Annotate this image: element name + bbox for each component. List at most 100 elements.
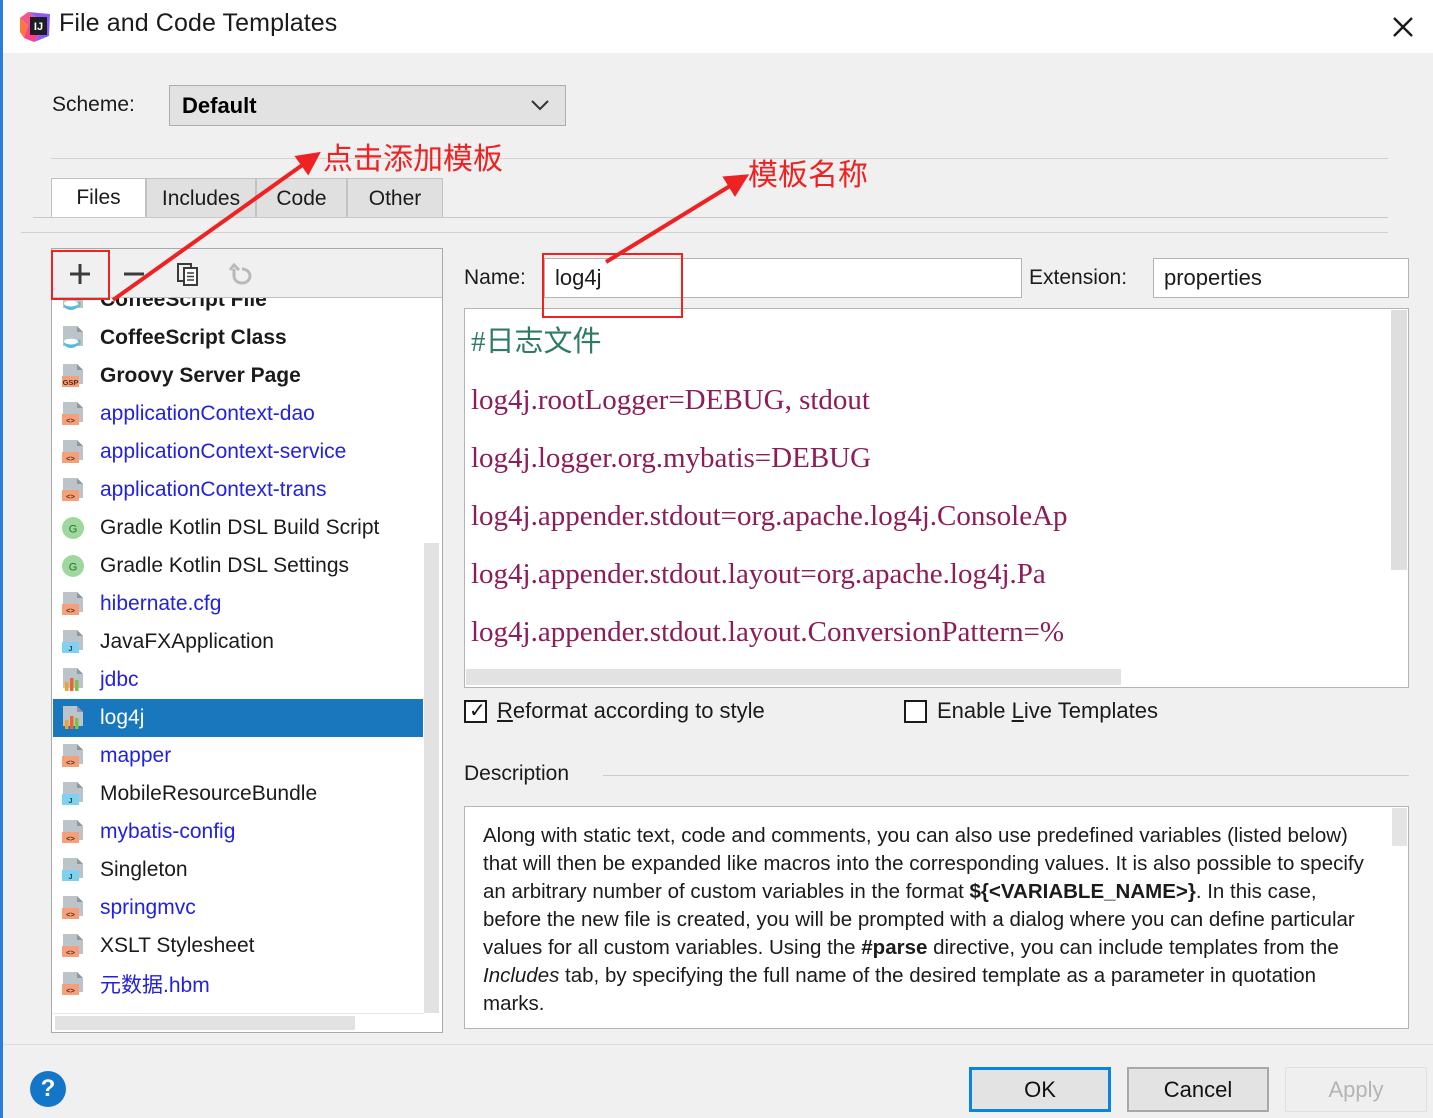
enable-live-templates-checkbox[interactable]: Enable Live Templates	[904, 698, 1158, 724]
list-item-label: mapper	[100, 744, 172, 767]
svg-text:<>: <>	[66, 910, 75, 919]
list-item[interactable]: <> applicationContext-service	[53, 433, 423, 471]
list-item[interactable]: CoffeeScript Class	[53, 319, 423, 357]
list-toolbar	[52, 249, 442, 298]
xml-file-icon: <>	[60, 971, 90, 997]
list-vertical-scroll-thumb[interactable]	[424, 543, 439, 1013]
list-item[interactable]: <> XSLT Stylesheet	[53, 927, 423, 965]
list-item[interactable]: <> applicationContext-trans	[53, 471, 423, 509]
editor-line: #日志文件	[471, 326, 602, 358]
list-item[interactable]: <> mapper	[53, 737, 423, 775]
list-item[interactable]: J JavaFXApplication	[53, 623, 423, 661]
copy-icon[interactable]	[163, 254, 213, 294]
name-label: Name:	[464, 266, 526, 289]
svg-text:J: J	[68, 872, 72, 881]
list-item[interactable]: J Singleton	[53, 851, 423, 889]
cancel-button-label: Cancel	[1163, 1076, 1233, 1102]
enable-live-templates-label: Enable Live Templates	[937, 698, 1158, 723]
minus-icon[interactable]	[109, 254, 159, 294]
list-item[interactable]: log4j	[53, 699, 423, 737]
list-item[interactable]: G Gradle Kotlin DSL Settings	[53, 547, 423, 585]
annotation-add-template-text: 点击添加模板	[323, 142, 503, 177]
list-item-label: applicationContext-dao	[100, 402, 315, 425]
list-item[interactable]: <> applicationContext-dao	[53, 395, 423, 433]
list-item-label: MobileResourceBundle	[100, 782, 318, 805]
cancel-button[interactable]: Cancel	[1127, 1067, 1269, 1112]
title-bar: IJ File and Code Templates	[3, 0, 1433, 53]
list-item[interactable]: jdbc	[53, 661, 423, 699]
help-question-icon[interactable]: ?	[30, 1071, 66, 1107]
tab-content-separator	[21, 232, 1388, 233]
description-vertical-scroll-thumb[interactable]	[1392, 808, 1407, 846]
list-item[interactable]: <> springmvc	[53, 889, 423, 927]
annotation-template-name-text: 模板名称	[748, 158, 868, 193]
description-text: Along with static text, code and comment…	[483, 824, 1364, 1015]
editor-horizontal-scrollbar[interactable]	[465, 667, 1390, 687]
template-list-scroll[interactable]: CoffeeScript File CoffeeScript Class GSP Gr…	[53, 298, 441, 1031]
editor-vertical-scrollbar[interactable]	[1390, 309, 1408, 667]
editor-line: log4j.logger.org.mybatis=DEBUG	[471, 442, 872, 474]
xml-file-icon: <>	[60, 895, 90, 921]
list-item-label: XSLT Stylesheet	[100, 934, 255, 957]
editor-vertical-scroll-thumb[interactable]	[1391, 310, 1407, 570]
extension-label: Extension:	[1029, 266, 1128, 289]
scheme-separator	[51, 158, 1388, 159]
ok-button[interactable]: OK	[969, 1067, 1111, 1112]
tab-files[interactable]: Files	[51, 178, 146, 218]
list-horizontal-scroll-thumb[interactable]	[55, 1016, 355, 1030]
svg-text:GSP: GSP	[63, 378, 79, 387]
tab-code[interactable]: Code	[256, 178, 347, 218]
undo-icon	[217, 254, 267, 294]
editor-horizontal-scroll-thumb[interactable]	[466, 669, 1121, 685]
xml-file-icon: <>	[60, 819, 90, 845]
list-item-label: CoffeeScript Class	[100, 326, 287, 349]
extension-input[interactable]: properties	[1153, 258, 1409, 298]
list-item-label: Singleton	[100, 858, 188, 881]
description-vertical-scrollbar[interactable]	[1391, 807, 1408, 1028]
list-item[interactable]: GSP Groovy Server Page	[53, 357, 423, 395]
window-title: File and Code Templates	[59, 9, 338, 37]
coffeescript-file-icon	[60, 325, 90, 351]
reformat-checkbox[interactable]: ✓ Reformat according to style	[464, 698, 765, 724]
list-item-label: 元数据.hbm	[100, 974, 210, 997]
xml-file-icon: <>	[60, 401, 90, 427]
template-list-panel: CoffeeScript File CoffeeScript Class GSP Gr…	[51, 248, 443, 1033]
svg-text:<>: <>	[66, 416, 75, 425]
coffeescript-file-icon	[60, 298, 90, 313]
gradle-icon: G	[60, 515, 90, 541]
list-item[interactable]: <> hibernate.cfg	[53, 585, 423, 623]
list-item-label: JavaFXApplication	[100, 630, 274, 653]
list-item[interactable]: <> mybatis-config	[53, 813, 423, 851]
list-item-label: hibernate.cfg	[100, 592, 222, 615]
list-item-label: mybatis-config	[100, 820, 236, 843]
list-horizontal-scrollbar[interactable]	[53, 1013, 424, 1031]
template-editor[interactable]: #日志文件 log4j.rootLogger=DEBUG, stdout log4j…	[464, 308, 1409, 688]
list-item[interactable]: J MobileResourceBundle	[53, 775, 423, 813]
template-list: CoffeeScript File CoffeeScript Class GSP Gr…	[53, 298, 423, 1003]
apply-button: Apply	[1285, 1067, 1427, 1112]
list-item-label: applicationContext-service	[100, 440, 347, 463]
svg-text:J: J	[68, 796, 72, 805]
tab-other-label: Other	[368, 186, 422, 210]
scheme-label: Scheme:	[52, 93, 135, 116]
reformat-checkbox-label: Reformat according to style	[497, 698, 765, 723]
tab-other[interactable]: Other	[347, 178, 443, 218]
xml-file-icon: <>	[60, 439, 90, 465]
list-item[interactable]: CoffeeScript File	[53, 298, 423, 319]
annotation-highlight-add-button	[51, 250, 110, 300]
list-item[interactable]: <> 元数据.hbm	[53, 965, 423, 1003]
footer-separator	[3, 1044, 1433, 1045]
list-vertical-scrollbar[interactable]	[424, 298, 441, 1013]
properties-file-icon	[60, 705, 90, 731]
extension-input-value: properties	[1164, 265, 1262, 290]
scheme-dropdown[interactable]: Default	[169, 85, 566, 126]
chevron-down-icon	[529, 97, 551, 118]
tab-includes[interactable]: Includes	[146, 178, 256, 218]
editor-line: log4j.appender.stdout.layout.ConversionP…	[471, 616, 1065, 648]
list-item[interactable]: G Gradle Kotlin DSL Build Script	[53, 509, 423, 547]
close-icon[interactable]	[1381, 8, 1425, 46]
intellij-idea-logo-icon: IJ	[20, 12, 50, 42]
svg-text:<>: <>	[66, 948, 75, 957]
svg-text:<>: <>	[66, 834, 75, 843]
xml-file-icon: <>	[60, 743, 90, 769]
